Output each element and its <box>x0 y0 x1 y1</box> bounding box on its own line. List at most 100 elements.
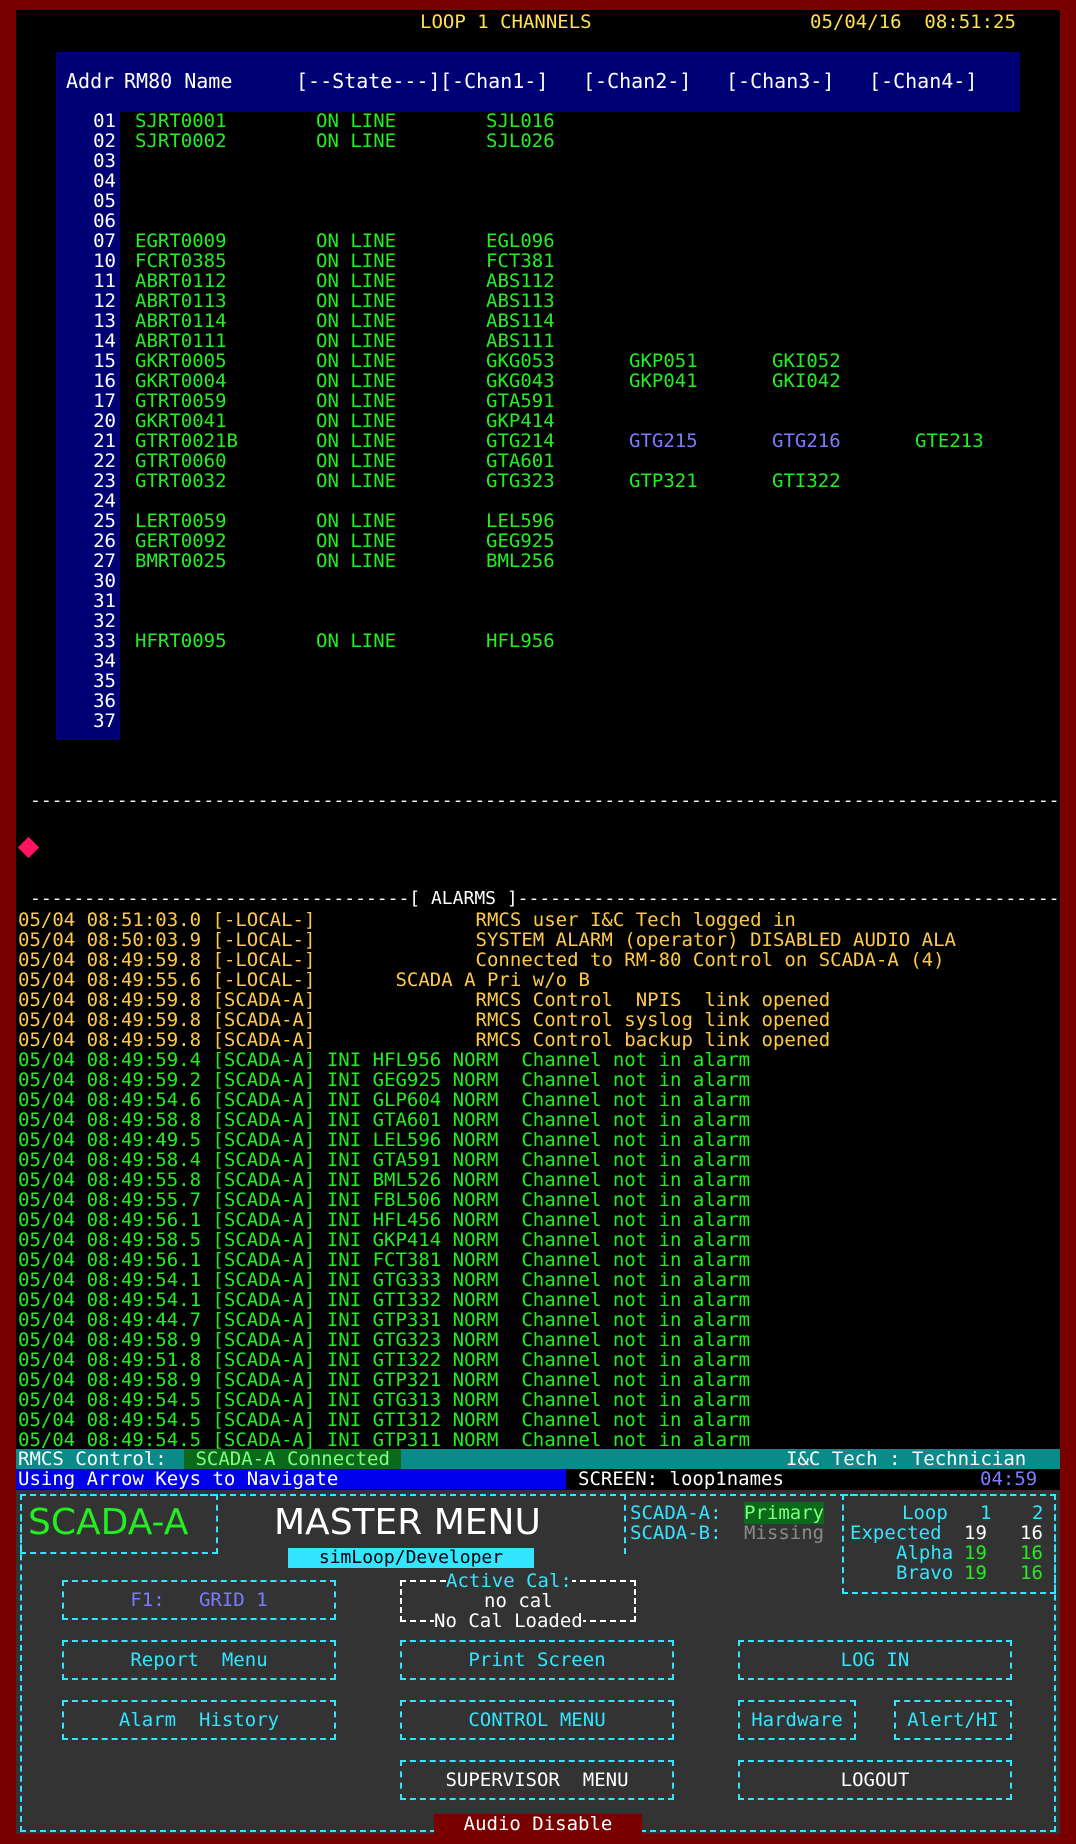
state-cell: ON LINE <box>316 470 397 492</box>
table-row[interactable]: 05 <box>16 191 1060 211</box>
chan1-cell: GTA591 <box>486 390 555 412</box>
table-row[interactable]: 04 <box>16 171 1060 191</box>
table-row[interactable]: 37 <box>16 711 1060 731</box>
logout-button[interactable]: LOGOUT <box>738 1760 1012 1800</box>
table-row[interactable]: 07 EGRT0009 ON LINE EGL096 <box>16 231 1060 251</box>
alarm-entry: 05/04 08:49:54.1 [SCADA-A] INI GTI332 NO… <box>18 1289 751 1311</box>
table-row[interactable]: 27 BMRT0025 ON LINE BML256 <box>16 551 1060 571</box>
header-addr: Addr <box>66 69 115 93</box>
table-row[interactable]: 16 GKRT0004 ON LINE GKG043 GKP041 GKI042 <box>16 371 1060 391</box>
chan2-cell: GTP321 <box>629 470 698 492</box>
state-cell: ON LINE <box>316 430 397 452</box>
nav-status-bar: Using Arrow Keys to Navigate SCREEN: loo… <box>16 1469 1060 1489</box>
table-row[interactable]: 17 GTRT0059 ON LINE GTA591 <box>16 391 1060 411</box>
table-row[interactable]: 12 ABRT0113 ON LINE ABS113 <box>16 291 1060 311</box>
header-chan4: [-Chan4-] <box>869 69 978 93</box>
header-chan3: [-Chan3-] <box>726 69 835 93</box>
rm80-name-cell: ABRT0111 <box>135 330 227 352</box>
alarm-entry: 05/04 08:49:55.8 [SCADA-A] INI BML526 NO… <box>18 1169 751 1191</box>
addr-cell: 22 <box>93 450 116 472</box>
expected-loop1: 19 <box>964 1522 987 1544</box>
alarm-entry: 05/04 08:49:58.5 [SCADA-A] INI GKP414 NO… <box>18 1229 751 1251</box>
f1-grid-button[interactable]: F1: GRID 1 <box>62 1580 336 1620</box>
chan3-cell: GKI052 <box>772 350 841 372</box>
menu-subtitle: simLoop/Developer <box>288 1548 534 1568</box>
table-row[interactable]: 32 <box>16 611 1060 631</box>
alarm-entry: 05/04 08:49:59.8 [SCADA-A] RMCS Control … <box>18 989 831 1011</box>
alarm-entry: 05/04 08:49:49.5 [SCADA-A] INI LEL596 NO… <box>18 1129 751 1151</box>
state-cell: ON LINE <box>316 110 397 132</box>
alarm-entry: 05/04 08:49:54.5 [SCADA-A] INI GTI312 NO… <box>18 1409 751 1431</box>
table-row[interactable]: 33 HFRT0095 ON LINE HFL956 <box>16 631 1060 651</box>
alarm-entry: 05/04 08:49:44.7 [SCADA-A] INI GTP331 NO… <box>18 1309 751 1331</box>
alarm-history-button[interactable]: Alarm History <box>62 1700 336 1740</box>
table-row[interactable]: 10 FCRT0385 ON LINE FCT381 <box>16 251 1060 271</box>
nav-hint: Using Arrow Keys to Navigate <box>16 1469 566 1489</box>
table-row[interactable]: 06 <box>16 211 1060 231</box>
supervisor-menu-button[interactable]: SUPERVISOR MENU <box>400 1760 674 1800</box>
scada-b-label: SCADA-B: <box>630 1522 722 1544</box>
state-cell: ON LINE <box>316 510 397 532</box>
rm80-name-cell: GTRT0021B <box>135 430 238 452</box>
table-row[interactable]: 13 ABRT0114 ON LINE ABS114 <box>16 311 1060 331</box>
table-row[interactable]: 34 <box>16 651 1060 671</box>
state-cell: ON LINE <box>316 350 397 372</box>
chan2-cell: GTG215 <box>629 430 698 452</box>
rmcs-control-label: RMCS Control: <box>18 1448 167 1470</box>
chan1-cell: ABS111 <box>486 330 555 352</box>
audio-disable-indicator[interactable]: Audio Disable <box>434 1814 642 1834</box>
bravo-loop1: 19 <box>964 1562 987 1584</box>
state-cell: ON LINE <box>316 290 397 312</box>
table-row[interactable]: 15 GKRT0005 ON LINE GKG053 GKP051 GKI052 <box>16 351 1060 371</box>
addr-cell: 24 <box>93 490 116 512</box>
addr-cell: 01 <box>93 110 116 132</box>
table-row[interactable]: 01 SJRT0001 ON LINE SJL016 <box>16 111 1060 131</box>
table-row[interactable]: 20 GKRT0041 ON LINE GKP414 <box>16 411 1060 431</box>
table-row[interactable]: 30 <box>16 571 1060 591</box>
screen-name: SCREEN: loop1names <box>578 1468 784 1490</box>
addr-cell: 20 <box>93 410 116 432</box>
table-row[interactable]: 14 ABRT0111 ON LINE ABS111 <box>16 331 1060 351</box>
chan2-cell: GKP041 <box>629 370 698 392</box>
addr-cell: 17 <box>93 390 116 412</box>
report-menu-button[interactable]: Report Menu <box>62 1640 336 1680</box>
header-name: RM80 Name <box>124 69 233 93</box>
state-cell: ON LINE <box>316 450 397 472</box>
print-screen-button[interactable]: Print Screen <box>400 1640 674 1680</box>
rm80-name-cell: LERT0059 <box>135 510 227 532</box>
table-row[interactable]: 11 ABRT0112 ON LINE ABS112 <box>16 271 1060 291</box>
alarm-entry: 05/04 08:50:03.9 [-LOCAL-] SYSTEM ALARM … <box>18 929 956 951</box>
alarm-entry: 05/04 08:49:59.8 [SCADA-A] RMCS Control … <box>18 1029 831 1051</box>
rm80-name-cell: GKRT0041 <box>135 410 227 432</box>
state-cell: ON LINE <box>316 390 397 412</box>
table-row[interactable]: 02 SJRT0002 ON LINE SJL026 <box>16 131 1060 151</box>
rm80-name-cell: ABRT0112 <box>135 270 227 292</box>
table-row[interactable]: 23 GTRT0032 ON LINE GTG323 GTP321 GTI322 <box>16 471 1060 491</box>
state-cell: ON LINE <box>316 250 397 272</box>
chan1-cell: GTG214 <box>486 430 555 452</box>
table-row[interactable]: 24 <box>16 491 1060 511</box>
hardware-button[interactable]: Hardware <box>738 1700 856 1740</box>
login-button[interactable]: LOG IN <box>738 1640 1012 1680</box>
state-cell: ON LINE <box>316 370 397 392</box>
table-row[interactable]: 26 GERT0092 ON LINE GEG925 <box>16 531 1060 551</box>
table-row[interactable]: 25 LERT0059 ON LINE LEL596 <box>16 511 1060 531</box>
header-chan2: [-Chan2-] <box>583 69 692 93</box>
table-row[interactable]: 31 <box>16 591 1060 611</box>
table-row[interactable]: 22 GTRT0060 ON LINE GTA601 <box>16 451 1060 471</box>
state-cell: ON LINE <box>316 230 397 252</box>
system-name: SCADA-A <box>28 1502 189 1543</box>
chan2-cell: GKP051 <box>629 350 698 372</box>
table-row[interactable]: 21 GTRT0021B ON LINE GTG214 GTG215 GTG216 GTE2… <box>16 431 1060 451</box>
rm80-name-cell: GERT0092 <box>135 530 227 552</box>
addr-cell: 03 <box>93 150 116 172</box>
rm80-name-cell: SJRT0001 <box>135 110 227 132</box>
table-row[interactable]: 03 <box>16 151 1060 171</box>
control-menu-button[interactable]: CONTROL MENU <box>400 1700 674 1740</box>
table-row[interactable]: 36 <box>16 691 1060 711</box>
alpha-loop2: 16 <box>1020 1542 1043 1564</box>
alpha-loop1: 19 <box>964 1542 987 1564</box>
alert-hi-button[interactable]: Alert/HI <box>894 1700 1012 1740</box>
table-row[interactable]: 35 <box>16 671 1060 691</box>
chan1-cell: GKG053 <box>486 350 555 372</box>
